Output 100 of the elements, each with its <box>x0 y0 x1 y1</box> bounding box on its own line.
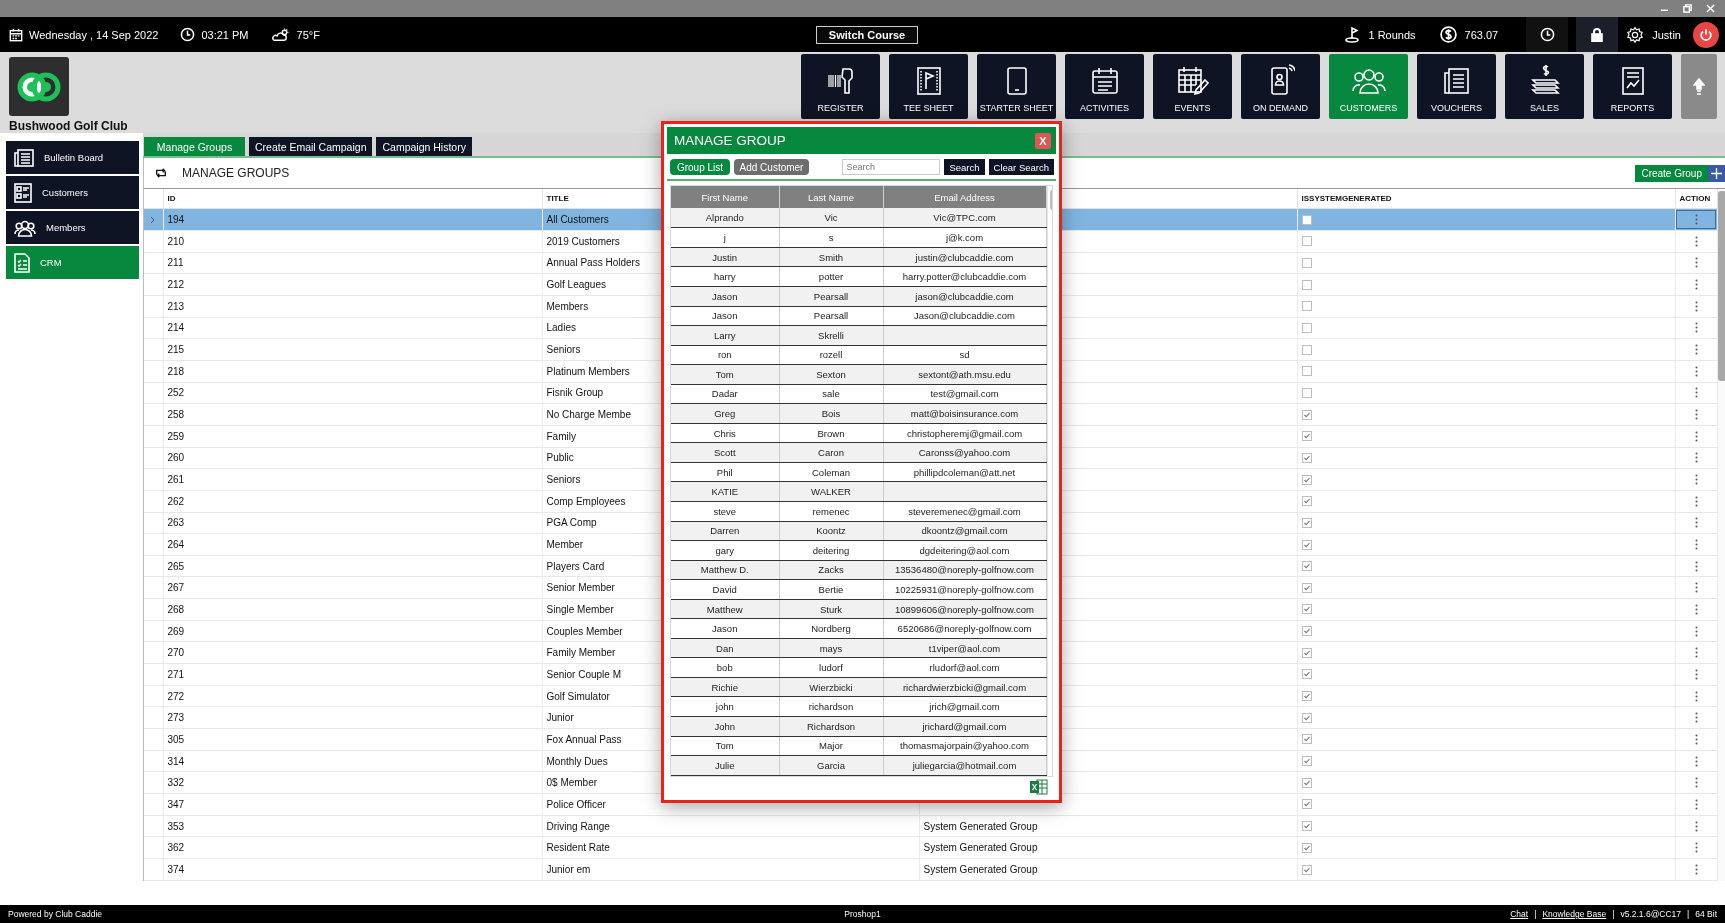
column-header[interactable]: First Name <box>671 186 779 209</box>
more-options-icon[interactable] <box>1694 798 1698 810</box>
checkbox[interactable] <box>1301 669 1312 680</box>
tab[interactable]: Group List <box>670 159 730 175</box>
create-group-button[interactable]: Create Group <box>1635 164 1725 182</box>
power-button[interactable] <box>1693 21 1719 48</box>
more-options-icon[interactable] <box>1694 235 1698 247</box>
checkbox[interactable] <box>1301 799 1312 810</box>
more-options-icon[interactable] <box>1694 474 1698 486</box>
checkbox[interactable] <box>1301 431 1312 442</box>
restore-icon[interactable] <box>1683 4 1692 13</box>
more-options-icon[interactable] <box>1694 257 1698 269</box>
checkbox[interactable] <box>1301 734 1312 745</box>
nav-tile[interactable]: ON DEMAND <box>1241 54 1320 119</box>
tab[interactable]: Manage Groups <box>144 137 245 156</box>
close-icon[interactable] <box>1706 4 1715 13</box>
more-options-icon[interactable] <box>1694 625 1698 637</box>
checkbox[interactable] <box>1301 279 1312 290</box>
nav-tile[interactable]: ACTIVITIES <box>1065 54 1144 119</box>
more-options-icon[interactable] <box>1694 365 1698 377</box>
sidebar-item[interactable]: CRM <box>6 246 139 279</box>
checkbox[interactable] <box>1301 366 1312 377</box>
scroll-up-button[interactable] <box>1681 54 1717 119</box>
clear-search-button[interactable]: Clear Search <box>988 159 1054 175</box>
more-options-icon[interactable] <box>1694 560 1698 572</box>
more-options-icon[interactable] <box>1694 842 1698 854</box>
nav-tile[interactable]: CUSTOMERS <box>1329 54 1408 119</box>
more-options-icon[interactable] <box>1694 668 1698 680</box>
more-options-icon[interactable] <box>1694 279 1698 291</box>
checkbox[interactable] <box>1301 582 1312 593</box>
more-options-icon[interactable] <box>1694 647 1698 659</box>
sidebar-item[interactable]: Members <box>6 211 139 244</box>
column-header[interactable]: Last Name <box>779 186 883 209</box>
more-options-icon[interactable] <box>1694 539 1698 550</box>
more-options-icon[interactable] <box>1694 495 1698 507</box>
switch-course-button[interactable]: Switch Course <box>815 25 919 44</box>
checkbox[interactable] <box>1301 236 1312 247</box>
scrollbar-thumb[interactable] <box>1717 191 1725 381</box>
column-header[interactable]: ID <box>163 189 542 209</box>
tab[interactable]: Campaign History <box>376 137 472 156</box>
lock-button[interactable] <box>1576 17 1619 52</box>
checkbox[interactable] <box>1301 387 1312 398</box>
more-options-icon[interactable] <box>1694 214 1698 226</box>
more-options-icon[interactable] <box>1694 430 1698 442</box>
spreadsheet-export-icon[interactable] <box>1030 779 1048 795</box>
tab[interactable]: Add Customer <box>734 159 809 175</box>
checkbox[interactable] <box>1301 301 1312 312</box>
more-options-icon[interactable] <box>1694 755 1698 767</box>
close-button[interactable]: X <box>1035 132 1051 149</box>
checkbox[interactable] <box>1301 517 1312 528</box>
nav-tile[interactable]: REPORTS <box>1593 54 1672 119</box>
search-field[interactable]: Search <box>842 159 941 175</box>
checkbox[interactable] <box>1301 691 1312 702</box>
nav-tile[interactable]: SALES <box>1505 54 1584 119</box>
footer-link[interactable]: Knowledge Base <box>1542 909 1607 919</box>
sidebar-item[interactable]: Bulletin Board <box>6 141 139 174</box>
more-options-icon[interactable] <box>1694 300 1698 312</box>
nav-tile[interactable]: TEE SHEET <box>889 54 968 119</box>
checkbox[interactable] <box>1301 214 1312 225</box>
nav-tile[interactable]: VOUCHERS <box>1417 54 1496 119</box>
user-name[interactable]: Justin <box>1652 28 1681 41</box>
more-options-icon[interactable] <box>1694 864 1698 875</box>
checkbox[interactable] <box>1301 257 1312 268</box>
checkbox[interactable] <box>1301 821 1312 832</box>
column-header[interactable]: Email Address <box>883 186 1046 209</box>
more-options-icon[interactable] <box>1694 690 1698 702</box>
checkbox[interactable] <box>1301 604 1312 615</box>
search-button[interactable]: Search <box>944 159 985 175</box>
tab[interactable]: Create Email Campaign <box>249 137 373 156</box>
checkbox[interactable] <box>1301 756 1312 767</box>
checkbox[interactable] <box>1301 322 1312 333</box>
more-options-icon[interactable] <box>1694 582 1698 594</box>
checkbox[interactable] <box>1301 864 1312 875</box>
checkbox[interactable] <box>1301 409 1312 420</box>
clock-button[interactable] <box>1526 17 1569 52</box>
more-options-icon[interactable] <box>1694 452 1698 464</box>
checkbox[interactable] <box>1301 561 1312 572</box>
checkbox[interactable] <box>1301 474 1312 485</box>
more-options-icon[interactable] <box>1694 820 1698 832</box>
more-options-icon[interactable] <box>1694 322 1698 334</box>
more-options-icon[interactable] <box>1694 733 1698 745</box>
more-options-icon[interactable] <box>1694 777 1698 789</box>
checkbox[interactable] <box>1301 647 1312 658</box>
nav-tile[interactable]: EVENTS <box>1153 54 1232 119</box>
more-options-icon[interactable] <box>1694 517 1698 529</box>
more-options-icon[interactable] <box>1694 712 1698 724</box>
refresh-icon[interactable] <box>154 167 168 179</box>
sidebar-item[interactable]: Customers <box>6 176 139 209</box>
checkbox[interactable] <box>1301 842 1312 853</box>
checkbox[interactable] <box>1301 344 1312 355</box>
column-header[interactable]: ISSYSTEMGENERATED <box>1297 189 1675 209</box>
more-options-icon[interactable] <box>1694 387 1698 399</box>
more-options-icon[interactable] <box>1694 603 1698 615</box>
checkbox[interactable] <box>1301 626 1312 637</box>
nav-tile[interactable]: REGISTER <box>801 54 880 119</box>
nav-tile[interactable]: STARTER SHEET <box>977 54 1056 119</box>
checkbox[interactable] <box>1301 452 1312 463</box>
checkbox[interactable] <box>1301 777 1312 788</box>
checkbox[interactable] <box>1301 496 1312 507</box>
checkbox[interactable] <box>1301 539 1312 550</box>
